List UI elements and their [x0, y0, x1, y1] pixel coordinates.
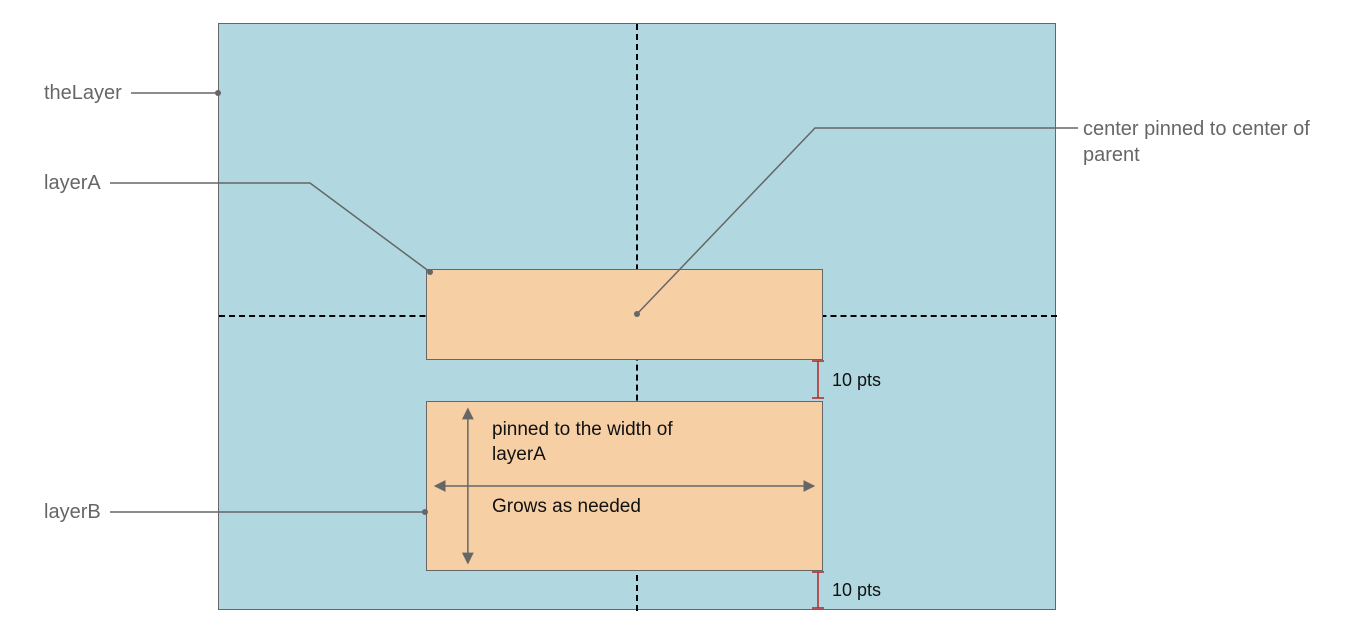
label-layerA: layerA	[44, 172, 101, 195]
label-center-pinned: center pinned to center of parent	[1083, 116, 1323, 168]
dim-gap-2: 10 pts	[832, 580, 881, 601]
layer-b-text-1: pinned to the width of layerA	[492, 418, 722, 467]
layer-a	[426, 269, 823, 360]
label-theLayer: theLayer	[44, 82, 122, 105]
layer-b-text-2: Grows as needed	[492, 495, 722, 520]
the-layer: pinned to the width of layerA Grows as n…	[218, 23, 1056, 610]
layer-b: pinned to the width of layerA Grows as n…	[426, 401, 823, 571]
label-layerB: layerB	[44, 501, 101, 524]
dim-gap-1: 10 pts	[832, 370, 881, 391]
